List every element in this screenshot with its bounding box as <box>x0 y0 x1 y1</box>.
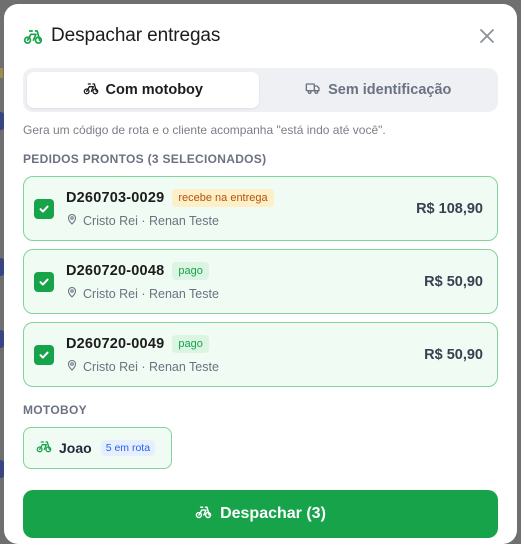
order-location: Cristo Rei · Renan Teste <box>83 213 219 228</box>
order-id: D260703-0029 <box>66 190 165 206</box>
bike-icon <box>195 503 212 525</box>
bike-icon <box>36 438 52 459</box>
dispatch-button-label: Despachar (3) <box>220 505 326 522</box>
checkbox-checked[interactable] <box>34 271 54 292</box>
order-info: D260720-0049 pago Cristo Rei · Renan Tes… <box>66 335 424 374</box>
orders-section-title: PEDIDOS PRONTOS (3 SELECIONADOS) <box>23 152 267 166</box>
modal-title: Despachar entregas <box>51 25 221 46</box>
order-location: Cristo Rei · Renan Teste <box>83 286 219 301</box>
order-id: D260720-0048 <box>66 263 165 279</box>
bike-icon <box>23 26 43 46</box>
motoboy-name: Joao <box>59 440 92 456</box>
order-price: R$ 50,90 <box>424 346 483 363</box>
tab-com-motoboy[interactable]: Com motoboy <box>27 72 259 108</box>
dispatch-mode-tabs: Com motoboy Sem identificação <box>23 68 498 112</box>
order-card[interactable]: D260720-0048 pago Cristo Rei · Renan Tes… <box>23 249 498 314</box>
location-pin-icon <box>66 359 78 374</box>
order-info: D260703-0029 recebe na entrega Cristo Re… <box>66 189 416 228</box>
tab-label: Sem identificação <box>328 82 452 98</box>
bike-icon <box>83 80 99 100</box>
background-element <box>0 68 3 78</box>
tab-label: Com motoboy <box>105 82 203 98</box>
truck-icon <box>305 80 321 100</box>
motoboy-chip-joao[interactable]: Joao 5 em rota <box>23 427 172 469</box>
location-pin-icon <box>66 213 78 228</box>
payment-badge: recebe na entrega <box>172 189 274 207</box>
modal-header: Despachar entregas <box>23 4 498 68</box>
motoboy-route-count: 5 em rota <box>100 440 156 456</box>
order-id: D260720-0049 <box>66 336 165 352</box>
checkbox-checked[interactable] <box>34 344 54 365</box>
payment-badge: pago <box>172 262 209 280</box>
dispatch-button[interactable]: Despachar (3) <box>23 490 498 538</box>
motoboy-section-title: MOTOBOY <box>23 403 87 417</box>
order-info: D260720-0048 pago Cristo Rei · Renan Tes… <box>66 262 424 301</box>
location-pin-icon <box>66 286 78 301</box>
order-location: Cristo Rei · Renan Teste <box>83 359 219 374</box>
tab-sem-identificacao[interactable]: Sem identificação <box>263 72 495 108</box>
order-card[interactable]: D260720-0049 pago Cristo Rei · Renan Tes… <box>23 322 498 387</box>
checkbox-checked[interactable] <box>34 198 54 219</box>
close-icon[interactable] <box>476 25 498 47</box>
dispatch-modal: Despachar entregas Com motoboy Sem ident… <box>4 4 517 544</box>
payment-badge: pago <box>172 335 209 353</box>
hint-text: Gera um código de rota e o cliente acomp… <box>23 123 386 137</box>
orders-list: D260703-0029 recebe na entrega Cristo Re… <box>23 176 498 387</box>
order-card[interactable]: D260703-0029 recebe na entrega Cristo Re… <box>23 176 498 241</box>
order-price: R$ 108,90 <box>416 200 483 217</box>
order-price: R$ 50,90 <box>424 273 483 290</box>
